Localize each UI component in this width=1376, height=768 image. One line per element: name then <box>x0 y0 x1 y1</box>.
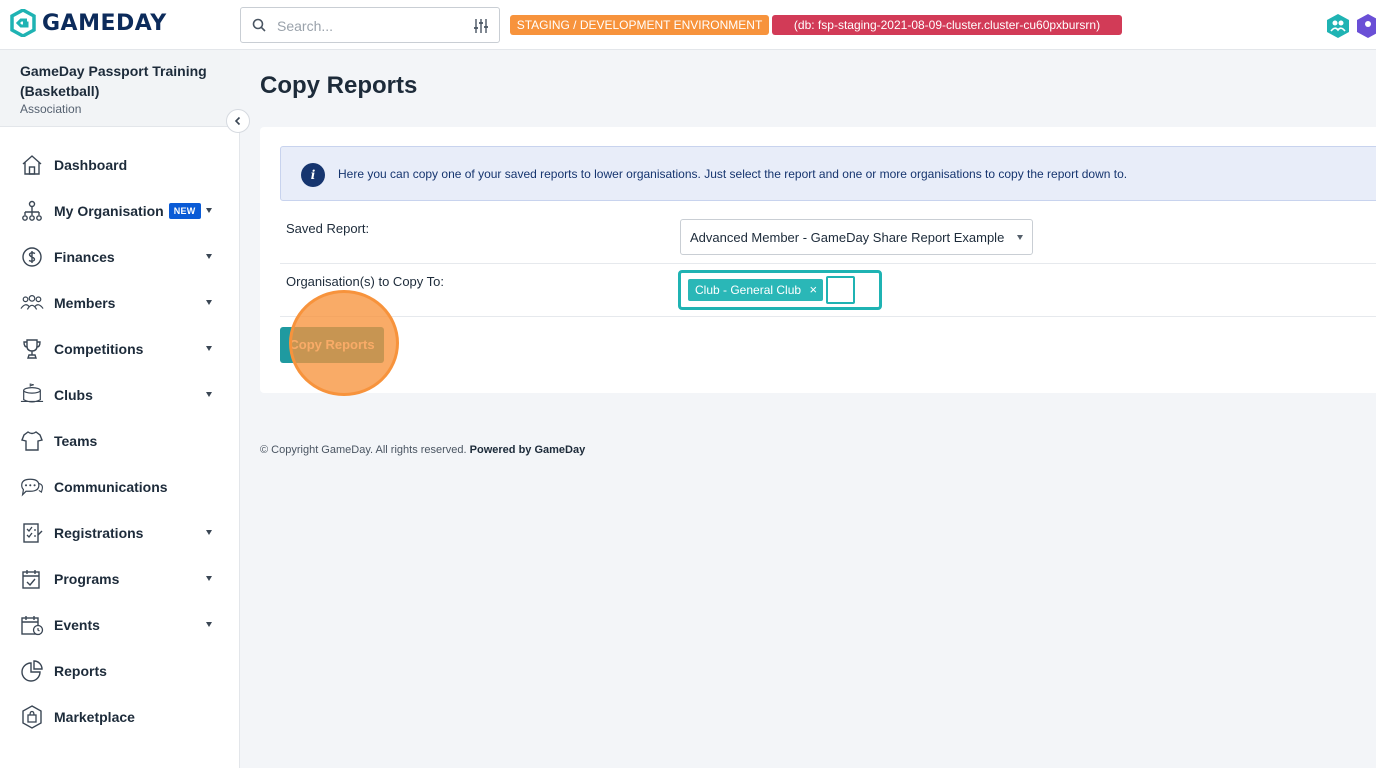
sidebar-item-dashboard[interactable]: Dashboard <box>0 142 240 188</box>
members-icon <box>20 291 44 315</box>
sidebar-item-label: Competitions <box>54 341 144 357</box>
sidebar-item-label: My Organisation <box>54 203 164 219</box>
tag-label: Club - General Club <box>695 283 802 297</box>
sidebar-item-label: Clubs <box>54 387 93 403</box>
organisations-label: Organisation(s) to Copy To: <box>286 274 444 289</box>
shopping-bag-icon <box>20 705 44 729</box>
sidebar-item-clubs[interactable]: Clubs <box>0 372 240 418</box>
sidebar: GameDay Passport Training (Basketball) A… <box>0 50 240 768</box>
collapse-sidebar-button[interactable] <box>226 109 250 133</box>
jersey-icon <box>20 429 44 453</box>
caret-down-icon <box>206 622 212 627</box>
top-bar: GAMEDAY Search... STAGING / DEVELOPMENT … <box>0 0 1376 50</box>
caret-down-icon <box>206 346 212 351</box>
new-badge: NEW <box>168 203 201 219</box>
gameday-logo[interactable]: GAMEDAY <box>10 9 167 37</box>
saved-report-value: Advanced Member - GameDay Share Report E… <box>690 230 1005 245</box>
saved-report-select[interactable]: Advanced Member - GameDay Share Report E… <box>680 219 1033 255</box>
sidebar-item-label: Registrations <box>54 525 144 541</box>
search-input[interactable]: Search... <box>240 7 500 43</box>
user-hexagon-icon[interactable] <box>1356 13 1376 39</box>
search-icon <box>252 18 266 32</box>
organisations-multiselect[interactable]: Club - General Club × <box>678 270 882 310</box>
db-cluster-badge: (db: fsp-staging-2021-08-09-cluster.clus… <box>772 15 1122 35</box>
organisations-row: Organisation(s) to Copy To: Club - Gener… <box>280 264 1376 317</box>
page-title: Copy Reports <box>260 72 418 99</box>
caret-down-icon <box>1017 235 1023 240</box>
sidebar-item-events[interactable]: Events <box>0 602 240 648</box>
footer: © Copyright GameDay. All rights reserved… <box>260 444 585 456</box>
copy-reports-card: i Here you can copy one of your saved re… <box>260 127 1376 393</box>
organisations-search-input[interactable] <box>826 276 855 304</box>
organisation-type: Association <box>20 102 82 116</box>
organisation-header[interactable]: GameDay Passport Training (Basketball) A… <box>0 50 240 127</box>
sidebar-item-reports[interactable]: Reports <box>0 648 240 694</box>
sidebar-item-label: Communications <box>54 479 168 495</box>
pie-chart-icon <box>20 659 44 683</box>
home-icon <box>20 153 44 177</box>
team-hexagon-icon[interactable] <box>1326 13 1350 39</box>
sidebar-item-teams[interactable]: Teams <box>0 418 240 464</box>
sidebar-item-label: Reports <box>54 663 107 679</box>
powered-by-link[interactable]: Powered by GameDay <box>470 444 586 456</box>
remove-tag-icon[interactable]: × <box>809 279 817 301</box>
sidebar-item-programs[interactable]: Programs <box>0 556 240 602</box>
chat-icon <box>20 475 44 499</box>
sidebar-item-label: Members <box>54 295 116 311</box>
sidebar-item-my-organisation[interactable]: My Organisation NEW <box>0 188 240 234</box>
caret-down-icon <box>206 530 212 535</box>
caret-down-icon <box>206 576 212 581</box>
info-icon: i <box>301 163 325 187</box>
calendar-check-icon <box>20 567 44 591</box>
organisation-name: GameDay Passport Training (Basketball) <box>20 63 207 99</box>
caret-down-icon <box>206 254 212 259</box>
sidebar-nav: Dashboard My Organisation NEW Finances M… <box>0 142 240 740</box>
caret-down-icon <box>206 208 212 213</box>
sidebar-item-registrations[interactable]: Registrations <box>0 510 240 556</box>
caret-down-icon <box>206 300 212 305</box>
sidebar-item-label: Events <box>54 617 100 633</box>
sidebar-item-label: Programs <box>54 571 120 587</box>
calendar-icon <box>20 613 44 637</box>
gameday-logo-icon <box>10 9 36 37</box>
org-chart-icon <box>20 199 44 223</box>
stadium-icon <box>20 383 44 407</box>
saved-report-label: Saved Report: <box>286 221 370 236</box>
info-alert: i Here you can copy one of your saved re… <box>280 146 1376 201</box>
sidebar-item-label: Teams <box>54 433 98 449</box>
copyright-symbol: © <box>260 444 269 456</box>
sidebar-item-finances[interactable]: Finances <box>0 234 240 280</box>
info-text: Here you can copy one of your saved repo… <box>338 167 1128 181</box>
copy-reports-button[interactable]: Copy Reports <box>280 327 384 363</box>
copyright-text: Copyright GameDay. All rights reserved. <box>271 444 467 456</box>
dollar-icon <box>20 245 44 269</box>
sidebar-item-communications[interactable]: Communications <box>0 464 240 510</box>
search-placeholder: Search... <box>277 18 334 34</box>
clipboard-icon <box>20 521 44 545</box>
logo-text: GAMEDAY <box>42 10 167 36</box>
chevron-left-icon <box>234 116 241 126</box>
sidebar-item-label: Marketplace <box>54 709 135 725</box>
sliders-icon[interactable] <box>473 18 489 34</box>
sidebar-item-competitions[interactable]: Competitions <box>0 326 240 372</box>
sidebar-item-label: Finances <box>54 249 115 265</box>
sidebar-item-members[interactable]: Members <box>0 280 240 326</box>
saved-report-row: Saved Report: Advanced Member - GameDay … <box>280 211 1376 264</box>
staging-environment-badge: STAGING / DEVELOPMENT ENVIRONMENT <box>510 15 769 35</box>
sidebar-item-marketplace[interactable]: Marketplace <box>0 694 240 740</box>
sidebar-item-label: Dashboard <box>54 157 128 173</box>
trophy-icon <box>20 337 44 361</box>
caret-down-icon <box>206 392 212 397</box>
selected-organisation-tag: Club - General Club × <box>688 279 824 301</box>
